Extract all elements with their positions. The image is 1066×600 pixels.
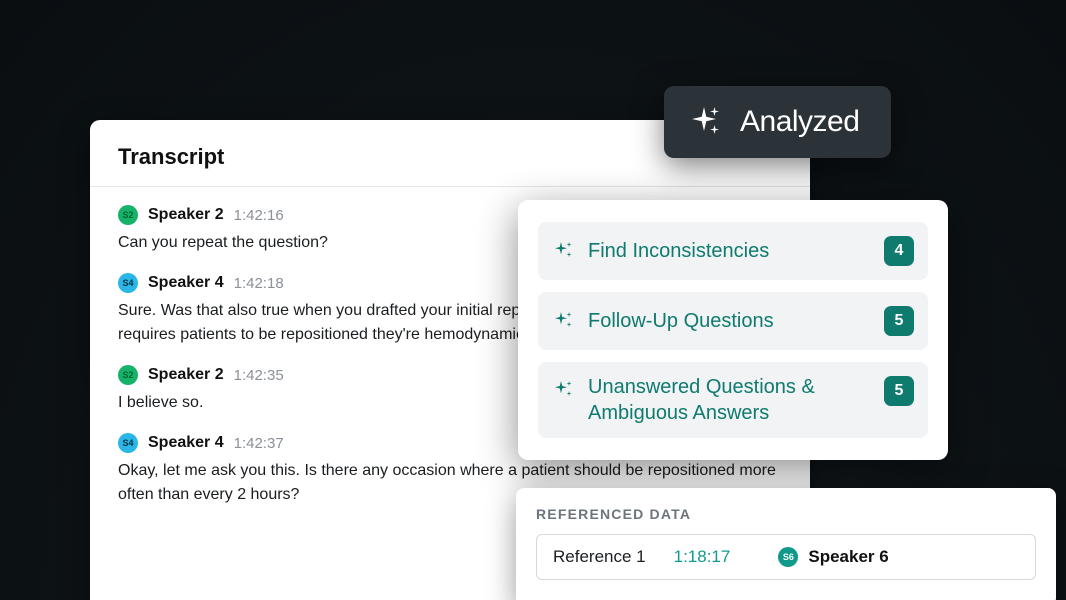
- sparkle-icon: [552, 378, 576, 402]
- reference-name: Reference 1: [553, 547, 646, 567]
- entry-timestamp: 1:42:37: [234, 435, 284, 452]
- speaker-name: Speaker 2: [148, 366, 224, 384]
- speaker-name: Speaker 4: [148, 434, 224, 452]
- reference-row[interactable]: Reference 1 1:18:17 S6 Speaker 6: [536, 534, 1036, 580]
- speaker-avatar: S2: [118, 205, 138, 225]
- suggestion-follow-up-questions[interactable]: Follow-Up Questions 5: [538, 292, 928, 350]
- speaker-name: Speaker 2: [148, 206, 224, 224]
- analyzed-chip: Analyzed: [664, 86, 891, 158]
- speaker-avatar: S2: [118, 365, 138, 385]
- suggestion-count-badge: 4: [884, 236, 914, 266]
- entry-timestamp: 1:42:18: [234, 275, 284, 292]
- speaker-avatar: S4: [118, 433, 138, 453]
- sparkle-icon: [552, 239, 576, 263]
- speaker-avatar: S6: [778, 547, 798, 567]
- suggestions-card: Find Inconsistencies 4 Follow-Up Questio…: [518, 200, 948, 460]
- suggestion-count-badge: 5: [884, 376, 914, 406]
- suggestion-label: Unanswered Questions & Ambiguous Answers: [588, 374, 872, 426]
- entry-timestamp: 1:42:35: [234, 367, 284, 384]
- suggestion-unanswered-ambiguous[interactable]: Unanswered Questions & Ambiguous Answers…: [538, 362, 928, 438]
- reference-timestamp: 1:18:17: [674, 547, 731, 567]
- suggestion-label: Follow-Up Questions: [588, 308, 872, 334]
- reference-speaker: Speaker 6: [808, 547, 888, 567]
- referenced-data-title: REFERENCED DATA: [536, 506, 1036, 522]
- speaker-name: Speaker 4: [148, 274, 224, 292]
- sparkle-icon: [686, 104, 722, 140]
- entry-timestamp: 1:42:16: [234, 207, 284, 224]
- referenced-data-card: REFERENCED DATA Reference 1 1:18:17 S6 S…: [516, 488, 1056, 600]
- sparkle-icon: [552, 309, 576, 333]
- analyzed-label: Analyzed: [740, 105, 859, 139]
- suggestion-count-badge: 5: [884, 306, 914, 336]
- speaker-avatar: S4: [118, 273, 138, 293]
- suggestion-find-inconsistencies[interactable]: Find Inconsistencies 4: [538, 222, 928, 280]
- suggestion-label: Find Inconsistencies: [588, 238, 872, 264]
